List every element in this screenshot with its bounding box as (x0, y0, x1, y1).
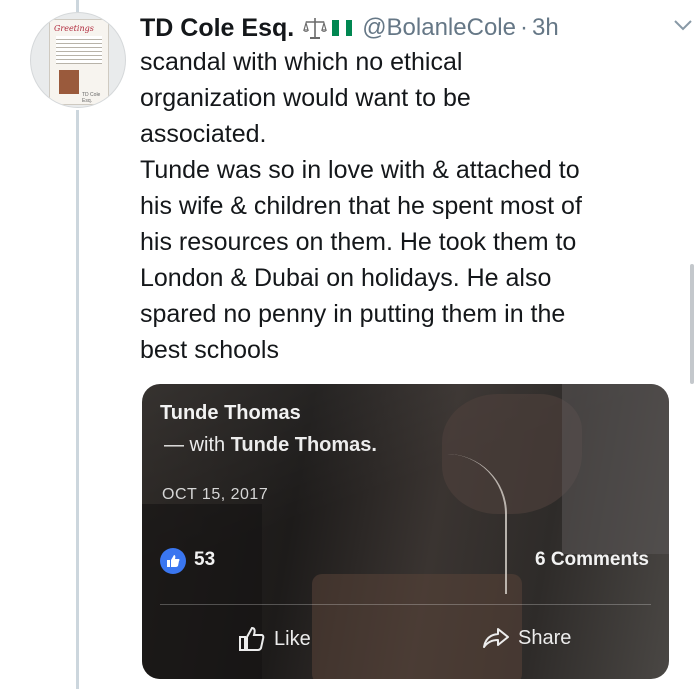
share-button: Share (482, 626, 571, 650)
share-label: Share (518, 626, 572, 649)
like-label: Like (274, 627, 311, 650)
post-divider (160, 604, 651, 605)
display-name[interactable]: TD Cole Esq. (140, 14, 294, 43)
avatar-greeting-card: Greetings TD Cole Esq. (49, 19, 109, 105)
nigeria-flag-icon (332, 20, 353, 36)
avatar-card-signature: TD Cole Esq. (82, 92, 101, 104)
thread-line-top (76, 0, 79, 12)
handle[interactable]: @BolanleCole (362, 14, 516, 42)
chevron-down-icon[interactable] (672, 14, 694, 36)
thumbs-up-outline-icon (239, 626, 265, 651)
post-author: Tunde Thomas (160, 402, 301, 424)
tweet-text: scandal with which no ethical organizati… (140, 48, 582, 364)
avatar[interactable]: Greetings TD Cole Esq. (30, 12, 126, 108)
photo-shape (562, 384, 669, 554)
thread-line (76, 110, 79, 689)
separator-dot: · (519, 14, 528, 41)
embedded-post-image[interactable]: Tunde Thomas — with Tunde Thomas. OCT 15… (142, 384, 669, 679)
like-count: 53 (194, 549, 216, 570)
avatar-greeting-text: Greetings (54, 24, 94, 33)
timestamp[interactable]: 3h (532, 14, 559, 42)
avatar-card-picture (59, 70, 79, 94)
scales-of-justice-icon (303, 18, 328, 39)
post-tagged: — with Tunde Thomas. (164, 434, 377, 457)
thumbs-up-badge-icon (160, 548, 186, 574)
avatar-card-lines (56, 36, 102, 64)
like-button: Like (238, 626, 311, 652)
post-with-name: Tunde Thomas. (230, 434, 377, 456)
comments-count: 6 Comments (534, 549, 649, 570)
share-arrow-icon (483, 628, 509, 648)
tweet-header: TD Cole Esq. @BolanleCole · 3h (140, 10, 559, 46)
thumbs-up-icon (167, 555, 180, 567)
scrollbar[interactable] (690, 264, 694, 384)
post-with-prefix: — with (164, 434, 226, 456)
post-date: OCT 15, 2017 (162, 486, 269, 503)
photo-shape (142, 504, 262, 679)
